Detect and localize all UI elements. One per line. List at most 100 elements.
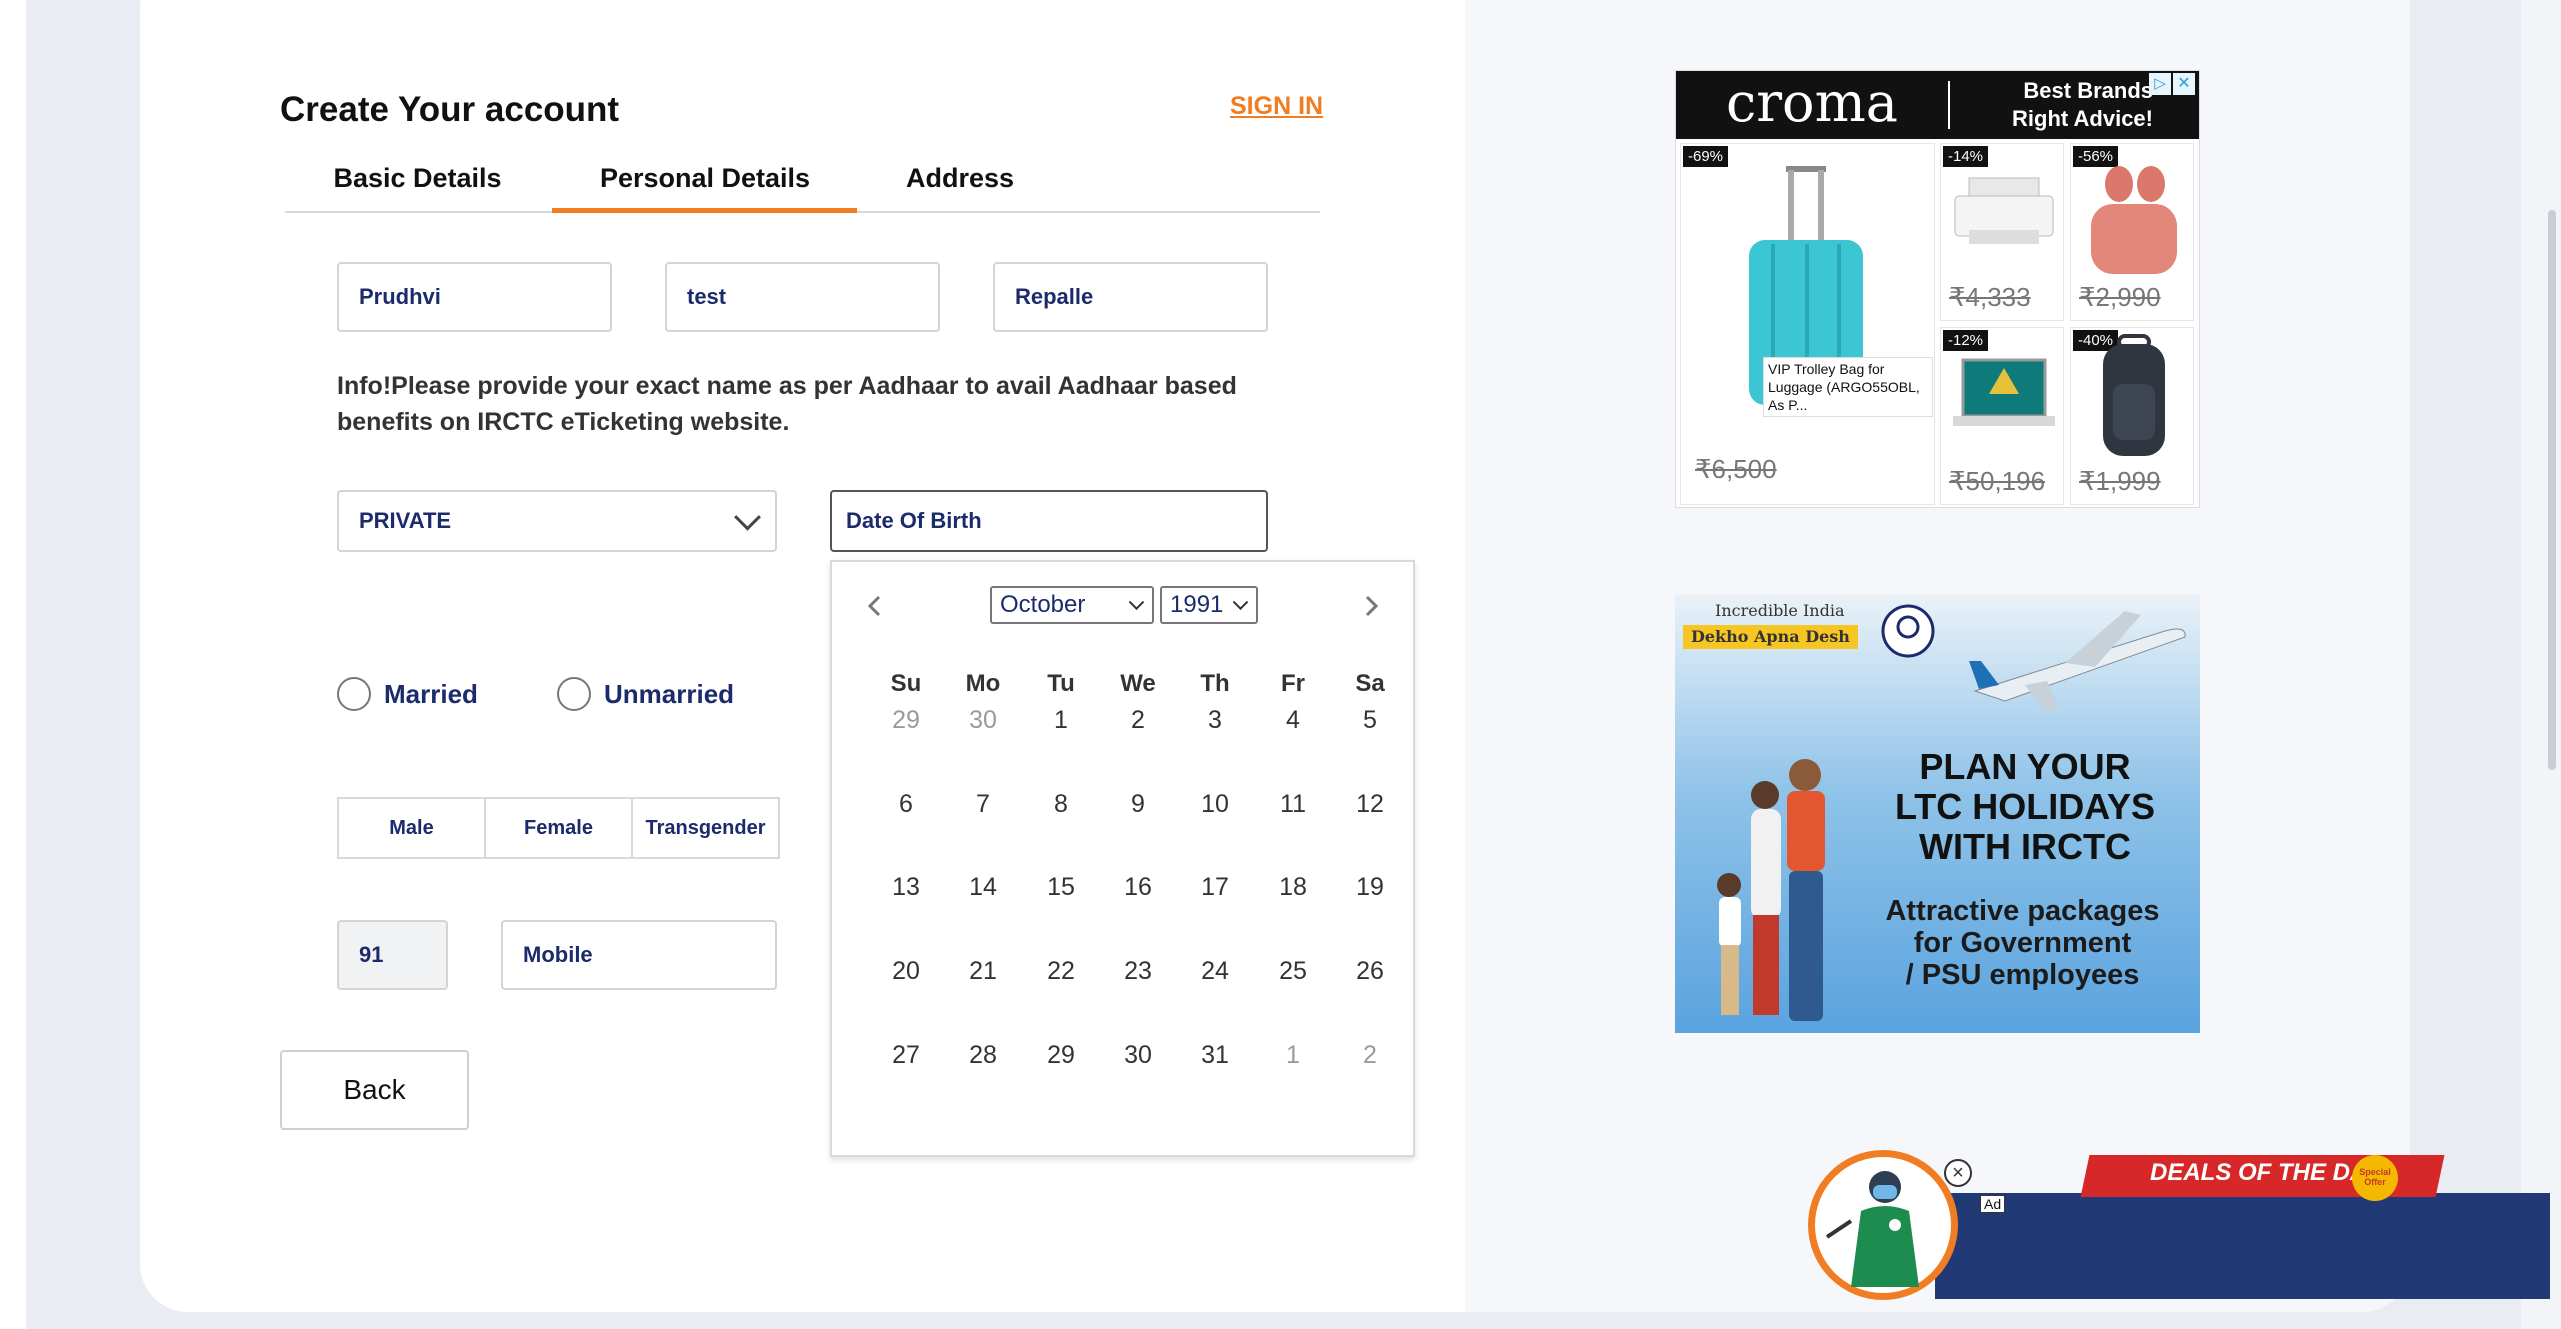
ltc-heading-line-3: WITH IRCTC <box>1919 826 2131 867</box>
unmarried-radio[interactable] <box>557 677 591 711</box>
occupation-select[interactable]: PRIVATE <box>337 490 777 552</box>
calendar-day[interactable]: 31 <box>1185 1030 1245 1080</box>
married-radio[interactable] <box>337 677 371 711</box>
deals-ad-bar[interactable] <box>1935 1193 2550 1299</box>
tab-basic-details[interactable]: Basic Details <box>305 163 530 194</box>
calendar-day[interactable]: 9 <box>1108 779 1168 829</box>
sign-in-link[interactable]: SIGN IN <box>1230 92 1323 121</box>
year-select[interactable]: 1991 <box>1160 586 1258 624</box>
calendar-day[interactable]: 30 <box>953 695 1013 745</box>
calendar-day[interactable]: 1 <box>1263 1030 1323 1080</box>
weekday-label: Fr <box>1281 670 1305 697</box>
product-price: ₹2,990 <box>2079 282 2161 312</box>
calendar-day[interactable]: 21 <box>953 946 1013 996</box>
tab-address[interactable]: Address <box>860 163 1060 194</box>
calendar-day[interactable]: 20 <box>876 946 936 996</box>
weekday-label: Mo <box>965 670 1001 697</box>
mascot-avatar[interactable] <box>1808 1150 1958 1300</box>
calendar-day[interactable]: 12 <box>1340 779 1400 829</box>
gender-female-button[interactable]: Female <box>486 799 633 857</box>
discount-badge: -69% <box>1683 146 1729 167</box>
country-code-field[interactable]: 91 <box>337 920 448 990</box>
product-card-trolley[interactable]: -69% VIP Trolley Bag for Luggage (ARGO55… <box>1680 143 1935 505</box>
middle-name-field[interactable]: test <box>665 262 940 332</box>
chevron-down-icon <box>734 503 761 531</box>
calendar-day[interactable]: 15 <box>1031 862 1091 912</box>
calendar-day[interactable]: 26 <box>1340 946 1400 996</box>
calendar-day[interactable]: 13 <box>876 862 936 912</box>
calendar-day[interactable]: 22 <box>1031 946 1091 996</box>
airplane-image <box>1969 611 2186 711</box>
chevron-down-icon <box>1232 594 1249 611</box>
product-caption: VIP Trolley Bag for Luggage (ARGO55OBL, … <box>1763 357 1933 417</box>
scrollbar-thumb[interactable] <box>2548 210 2556 770</box>
deals-of-the-day-text: DEALS OF THE DAY <box>2150 1159 2382 1186</box>
year-value: 1991 <box>1170 591 1224 618</box>
close-icon[interactable]: ✕ <box>2173 73 2195 95</box>
product-card-laptop[interactable]: -12% ₹50,196 <box>1940 327 2064 505</box>
month-value: October <box>1000 591 1086 618</box>
month-select[interactable]: October <box>990 586 1154 624</box>
calendar-day[interactable]: 18 <box>1263 862 1323 912</box>
calendar-day[interactable]: 28 <box>953 1030 1013 1080</box>
next-month-icon[interactable] <box>1358 594 1382 618</box>
married-label: Married <box>384 679 478 709</box>
product-card-earbuds[interactable]: -56% ₹2,990 <box>2070 143 2194 321</box>
dob-field[interactable]: Date Of Birth <box>830 490 1268 552</box>
ltc-subheading: Attractive packages for Government / PSU… <box>1860 895 2185 991</box>
calendar-day[interactable]: 2 <box>1108 695 1168 745</box>
tab-active-indicator <box>552 208 857 213</box>
calendar-day[interactable]: 29 <box>876 695 936 745</box>
weekday-label: Tu <box>1047 670 1075 697</box>
calendar-day[interactable]: 16 <box>1108 862 1168 912</box>
calendar-day[interactable]: 23 <box>1108 946 1168 996</box>
calendar-day[interactable]: 10 <box>1185 779 1245 829</box>
calendar-day[interactable]: 3 <box>1185 695 1245 745</box>
ltc-sub-line-1: Attractive packages <box>1885 895 2160 927</box>
tab-personal-details[interactable]: Personal Details <box>560 163 850 194</box>
irctc-logo <box>1881 604 1935 658</box>
gender-toggle-group: Male Female Transgender <box>337 797 780 859</box>
back-button[interactable]: Back <box>280 1050 469 1130</box>
product-card-printer[interactable]: -14% ₹4,333 <box>1940 143 2064 321</box>
calendar-day[interactable]: 25 <box>1263 946 1323 996</box>
calendar-day[interactable]: 11 <box>1263 779 1323 829</box>
calendar-day[interactable]: 4 <box>1263 695 1323 745</box>
calendar-day[interactable]: 27 <box>876 1030 936 1080</box>
prev-month-icon[interactable] <box>864 594 888 618</box>
gender-transgender-button[interactable]: Transgender <box>633 799 778 857</box>
calendar-day[interactable]: 30 <box>1108 1030 1168 1080</box>
calendar-day[interactable]: 7 <box>953 779 1013 829</box>
calendar-day[interactable]: 2 <box>1340 1030 1400 1080</box>
product-price: ₹4,333 <box>1949 282 2031 312</box>
earbuds-image <box>2091 166 2177 274</box>
calendar-day[interactable]: 17 <box>1185 862 1245 912</box>
calendar-day[interactable]: 29 <box>1031 1030 1091 1080</box>
calendar-day[interactable]: 24 <box>1185 946 1245 996</box>
product-card-backpack[interactable]: -40% ₹1,999 <box>2070 327 2194 505</box>
weekday-label: Su <box>890 670 922 697</box>
croma-tagline-1: Best Brands <box>2023 78 2153 103</box>
calendar-day[interactable]: 6 <box>876 779 936 829</box>
discount-badge: -12% <box>1943 330 1989 351</box>
weekday-label: Sa <box>1355 670 1385 697</box>
first-name-field[interactable]: Prudhvi <box>337 262 612 332</box>
mobile-field[interactable]: Mobile <box>501 920 777 990</box>
calendar-day[interactable]: 5 <box>1340 695 1400 745</box>
irctc-ltc-ad[interactable]: Incredible India Dekho Apna Desh PLAN YO… <box>1675 595 2200 1033</box>
adchoices-icon[interactable]: ▷ <box>2149 73 2171 95</box>
calendar-day[interactable]: 1 <box>1031 695 1091 745</box>
croma-ad[interactable]: croma Best Brands Right Advice! ▷ ✕ -69%… <box>1675 70 2200 508</box>
weekday-label: We <box>1120 670 1156 697</box>
calendar-day[interactable]: 14 <box>953 862 1013 912</box>
close-icon[interactable]: × <box>1944 1159 1972 1187</box>
middle-name-value: test <box>687 284 727 309</box>
croma-tagline-2: Right Advice! <box>2012 106 2153 131</box>
calendar-day[interactable]: 8 <box>1031 779 1091 829</box>
product-price: ₹50,196 <box>1949 466 2046 496</box>
calendar-day[interactable]: 19 <box>1340 862 1400 912</box>
last-name-field[interactable]: Repalle <box>993 262 1268 332</box>
first-name-value: Prudhvi <box>359 284 441 309</box>
date-picker: October 1991 Su Mo Tu We Th Fr Sa 29 30 1 2 3 4 5 6 7 8 9… <box>830 560 1415 1157</box>
gender-male-button[interactable]: Male <box>339 799 486 857</box>
